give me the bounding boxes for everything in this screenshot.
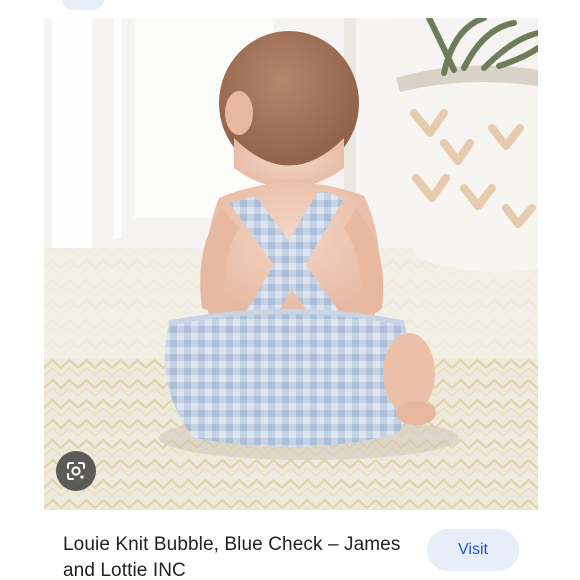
top-pill-button[interactable]: [62, 0, 104, 10]
result-caption: Louie Knit Bubble, Blue Check – James an…: [44, 510, 538, 580]
google-lens-button[interactable]: [56, 451, 96, 491]
top-strip: [0, 0, 580, 18]
product-photo[interactable]: [44, 18, 538, 510]
image-result-panel: Louie Knit Bubble, Blue Check – James an…: [0, 0, 580, 580]
visit-button[interactable]: Visit: [427, 529, 519, 571]
result-title[interactable]: Louie Knit Bubble, Blue Check – James an…: [63, 532, 403, 580]
google-lens-icon: [67, 462, 85, 480]
photo-illustration: [44, 18, 538, 510]
